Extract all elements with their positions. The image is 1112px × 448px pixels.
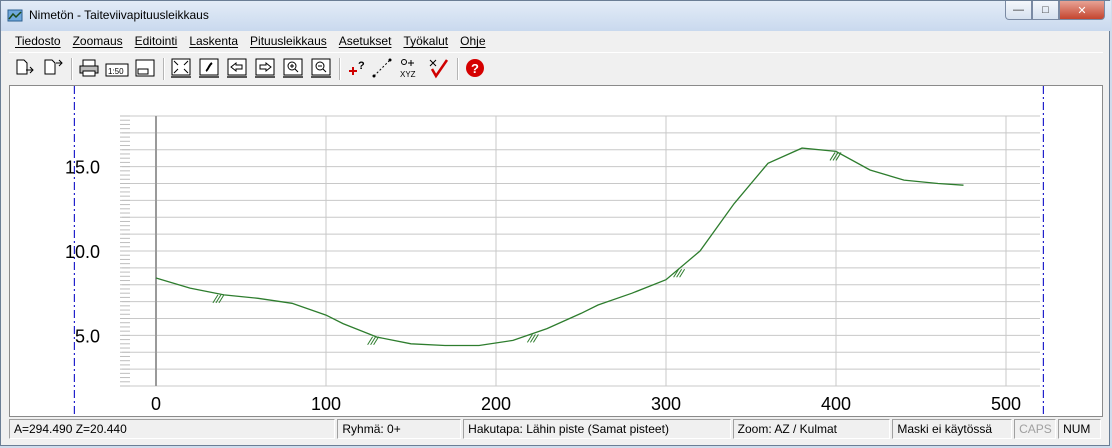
y-tick-label: 15.0 bbox=[65, 158, 100, 178]
svg-text:?: ? bbox=[471, 61, 479, 76]
y-tick-label: 5.0 bbox=[75, 326, 100, 346]
y-tick-label: 10.0 bbox=[65, 242, 100, 262]
import-icon[interactable] bbox=[13, 56, 37, 80]
menu-bar: Tiedosto Zoomaus Editointi Laskenta Pitu… bbox=[9, 31, 1103, 51]
zoom-in-icon[interactable] bbox=[281, 56, 305, 80]
xyz-label: XYZ bbox=[400, 70, 416, 79]
menu-pituusleikkaus[interactable]: Pituusleikkaus bbox=[244, 34, 333, 48]
title-bar[interactable]: Nimetön - Taiteviivapituusleikkaus — □ ✕ bbox=[1, 1, 1111, 31]
x-tick-label: 100 bbox=[311, 394, 341, 414]
x-tick-label: 300 bbox=[651, 394, 681, 414]
scale-label: 1:50 bbox=[108, 67, 124, 76]
minimize-button[interactable]: — bbox=[1005, 1, 1032, 20]
close-button[interactable]: ✕ bbox=[1059, 1, 1105, 20]
menu-editointi[interactable]: Editointi bbox=[129, 34, 184, 48]
export-icon[interactable] bbox=[41, 56, 65, 80]
menu-ohje[interactable]: Ohje bbox=[454, 34, 491, 48]
distance-icon[interactable] bbox=[371, 56, 395, 80]
profile-canvas[interactable]: 0 100 200 300 400 500 5.0 10.0 15.0 bbox=[9, 85, 1103, 417]
status-bar: A=294.490 Z=20.440 Ryhmä: 0+ Hakutapa: L… bbox=[9, 419, 1103, 441]
zoom-out-icon[interactable] bbox=[309, 56, 333, 80]
profile-chart[interactable]: 0 100 200 300 400 500 5.0 10.0 15.0 bbox=[10, 86, 1102, 416]
coordinates-icon[interactable]: XYZ bbox=[399, 56, 423, 80]
status-group: Ryhmä: 0+ bbox=[337, 419, 462, 439]
status-coords: A=294.490 Z=20.440 bbox=[9, 419, 336, 439]
menu-tyokalut[interactable]: Työkalut bbox=[397, 34, 454, 48]
help-icon[interactable]: ? bbox=[463, 56, 487, 80]
page-setup-icon[interactable] bbox=[133, 56, 157, 80]
check-icon[interactable] bbox=[427, 56, 451, 80]
print-icon[interactable] bbox=[77, 56, 101, 80]
maximize-button[interactable]: □ bbox=[1032, 1, 1059, 20]
menu-tiedosto[interactable]: Tiedosto bbox=[9, 34, 67, 48]
arrow-right-icon[interactable] bbox=[253, 56, 277, 80]
app-window: Nimetön - Taiteviivapituusleikkaus — □ ✕… bbox=[0, 0, 1111, 446]
window-title: Nimetön - Taiteviivapituusleikkaus bbox=[29, 8, 209, 22]
app-icon bbox=[7, 9, 23, 22]
status-search: Hakutapa: Lähin piste (Samat pisteet) bbox=[463, 419, 731, 439]
status-zoom: Zoom: AZ / Kulmat bbox=[732, 419, 891, 439]
menu-asetukset[interactable]: Asetukset bbox=[333, 34, 398, 48]
x-tick-label: 200 bbox=[481, 394, 511, 414]
arrow-left-icon[interactable] bbox=[225, 56, 249, 80]
pan-icon[interactable] bbox=[197, 56, 221, 80]
scale-icon[interactable]: 1:50 bbox=[105, 56, 129, 80]
profile-line bbox=[155, 147, 964, 347]
add-point-icon[interactable]: ? bbox=[345, 56, 369, 80]
menu-zoomaus[interactable]: Zoomaus bbox=[67, 34, 129, 48]
x-tick-label: 500 bbox=[991, 394, 1021, 414]
menu-laskenta[interactable]: Laskenta bbox=[183, 34, 244, 48]
svg-text:?: ? bbox=[358, 60, 365, 72]
status-caps: CAPS bbox=[1014, 419, 1057, 439]
x-tick-label: 0 bbox=[151, 394, 161, 414]
status-mask: Maski ei käytössä bbox=[892, 419, 1013, 439]
zoom-extents-icon[interactable] bbox=[169, 56, 193, 80]
status-num: NUM bbox=[1058, 419, 1101, 439]
x-tick-label: 400 bbox=[821, 394, 851, 414]
toolbar: 1:50 ? XYZ ? bbox=[9, 52, 1103, 85]
